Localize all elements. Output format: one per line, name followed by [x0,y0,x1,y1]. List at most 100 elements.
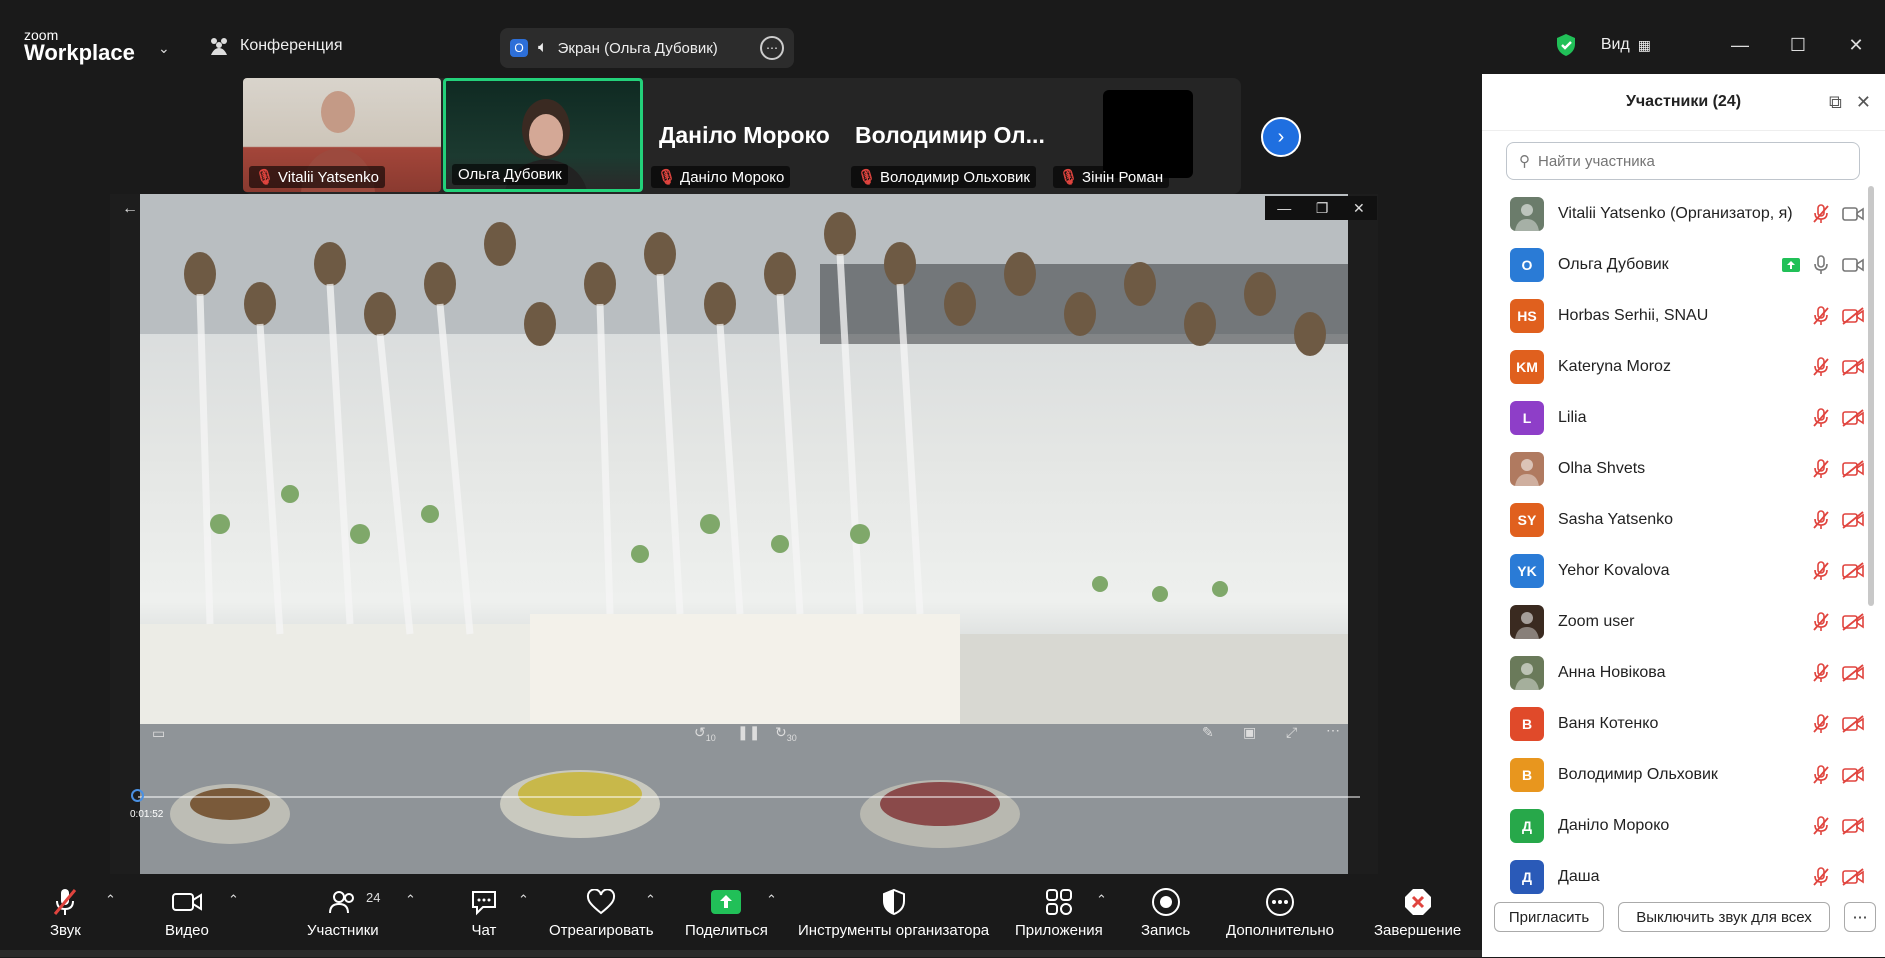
invite-button[interactable]: Пригласить [1494,902,1604,932]
mic-muted-icon[interactable] [1812,407,1830,428]
minimize-window-button[interactable]: — [1711,35,1769,56]
pip-icon[interactable]: ▣ [1243,724,1256,741]
progress-track[interactable] [138,796,1360,798]
chevron-down-icon[interactable]: ⌄ [158,40,170,57]
participant-row[interactable]: KM Kateryna Moroz [1482,341,1872,392]
participants-caret-icon[interactable]: ⌃ [405,892,416,908]
close-icon[interactable]: ✕ [1353,200,1365,217]
captions-icon[interactable]: ▭ [152,725,165,742]
chat-caret-icon[interactable]: ⌃ [518,892,529,908]
search-input[interactable] [1536,151,1840,171]
pause-icon[interactable]: ❚❚ [737,724,760,741]
rewind-icon[interactable]: ↺10 [694,724,716,743]
chat-button[interactable]: Чат [469,884,499,939]
video-muted-icon[interactable] [1842,714,1864,733]
host-tools-button[interactable]: Инструменты организатора [798,884,989,939]
video-muted-icon[interactable] [1842,357,1864,376]
react-button[interactable]: Отреагировать [549,884,654,939]
video-muted-icon[interactable] [1842,408,1864,427]
mic-muted-icon[interactable] [1812,509,1830,530]
mic-icon[interactable] [1812,254,1830,275]
mic-muted-icon[interactable] [1812,815,1830,836]
participant-row[interactable]: Zoom user [1482,596,1872,647]
video-off-icon[interactable] [1842,256,1864,274]
video-tile-olga[interactable]: Ольга Дубовик [443,78,643,192]
participant-row[interactable]: Vitalii Yatsenko (Организатор, я) [1482,188,1872,239]
participant-row[interactable]: Д Даніло Мороко [1482,800,1872,851]
mic-muted-icon[interactable] [1812,203,1830,224]
shared-video[interactable]: 🔈︎ ▭ ↺10 ❚❚ ↻30 ✎ ▣ ⤢ ⋯ [140,194,1348,874]
more-button[interactable]: Дополнительно [1226,884,1334,939]
name-tile-danilo[interactable]: Даніло Мороко 🎙︎ Даніло Мороко [645,78,843,192]
end-button[interactable]: Завершение [1374,884,1461,939]
participant-row[interactable]: В Ваня Котенко [1482,698,1872,749]
mic-muted-icon[interactable] [1812,560,1830,581]
video-muted-icon[interactable] [1842,816,1864,835]
react-caret-icon[interactable]: ⌃ [645,892,656,908]
video-button[interactable]: Видео [165,884,209,939]
audio-caret-icon[interactable]: ⌃ [105,892,116,908]
participant-row[interactable]: В Володимир Ольховик [1482,749,1872,800]
screen-share-indicator[interactable]: O 🔈︎ Экран (Ольга Дубовик) ⋯ [500,28,794,68]
participant-row[interactable]: L Lilia [1482,392,1872,443]
video-muted-icon[interactable] [1842,561,1864,580]
fullscreen-icon[interactable]: ⤢ [1286,724,1297,741]
name-tile-volodymyr[interactable]: Володимир Ол... 🎙︎ Володимир Ольховик [845,78,1045,192]
video-caret-icon[interactable]: ⌃ [228,892,239,908]
participant-search[interactable]: ⚲ [1506,142,1860,180]
conference-button[interactable]: Конференция [208,36,343,56]
restore-icon[interactable]: ❐ [1316,200,1329,217]
video-muted-icon[interactable] [1842,306,1864,325]
share-caret-icon[interactable]: ⌃ [766,892,777,908]
share-button[interactable]: Поделиться [685,884,768,939]
popout-icon[interactable]: ⧉ [1829,92,1842,113]
name-tile-zinin[interactable]: 🎙︎ Зінін Роман [1047,78,1237,192]
video-muted-icon[interactable] [1842,459,1864,478]
apps-button[interactable]: Приложения [1015,884,1103,939]
minimize-icon[interactable]: — [1277,200,1291,216]
gallery-next-button[interactable]: › [1261,117,1301,157]
mic-muted-icon[interactable] [1812,305,1830,326]
mic-muted-icon[interactable] [1812,662,1830,683]
avatar: Д [1510,859,1544,894]
edit-icon[interactable]: ✎ [1202,724,1214,741]
mic-muted-icon[interactable] [1812,764,1830,785]
forward-icon[interactable]: ↻30 [775,724,797,743]
participant-row[interactable]: Olha Shvets [1482,443,1872,494]
participant-row[interactable]: О Ольга Дубовик [1482,239,1872,290]
video-muted-icon[interactable] [1842,663,1864,682]
tile-name-tag: 🎙︎ Володимир Ольховик [851,166,1036,188]
video-muted-icon[interactable] [1842,612,1864,631]
record-button[interactable]: Запись [1141,884,1190,939]
video-muted-icon[interactable] [1842,867,1864,886]
mic-muted-icon[interactable] [1812,611,1830,632]
security-shield-icon[interactable] [1555,33,1577,57]
more-icon[interactable]: ⋯ [760,36,784,60]
mic-muted-icon[interactable] [1812,713,1830,734]
participant-row[interactable]: YK Yehor Kovalova [1482,545,1872,596]
video-muted-icon[interactable] [1842,765,1864,784]
video-off-icon[interactable] [1842,205,1864,223]
close-icon[interactable]: ✕ [1856,92,1871,113]
more-icon[interactable]: ⋯ [1326,722,1340,739]
view-button[interactable]: Вид ▦ [1601,36,1651,54]
more-options-button[interactable]: ⋯ [1844,902,1876,932]
video-tile-vitalii[interactable]: 🎙︎ Vitalii Yatsenko [243,78,441,192]
zoom-logo[interactable]: zoom Workplace [24,28,135,64]
close-window-button[interactable]: ✕ [1827,35,1885,56]
mic-muted-icon[interactable] [1812,458,1830,479]
progress-handle[interactable] [131,789,144,802]
back-arrow-icon[interactable]: ← [122,200,138,218]
participant-row[interactable]: HS Horbas Serhii, SNAU [1482,290,1872,341]
mic-muted-icon[interactable] [1812,356,1830,377]
participants-panel: Участники (24) ⧉ ✕ ⚲ Vitalii Yatsenko (О… [1482,74,1885,957]
mute-all-button[interactable]: Выключить звук для всех [1618,902,1830,932]
participant-row[interactable]: Анна Новікова [1482,647,1872,698]
video-muted-icon[interactable] [1842,510,1864,529]
scrollbar[interactable] [1868,186,1874,606]
apps-caret-icon[interactable]: ⌃ [1096,892,1107,908]
audio-button[interactable]: Звук [50,884,81,939]
maximize-window-button[interactable]: ☐ [1769,35,1827,56]
mic-muted-icon[interactable] [1812,866,1830,887]
participant-row[interactable]: SY Sasha Yatsenko [1482,494,1872,545]
